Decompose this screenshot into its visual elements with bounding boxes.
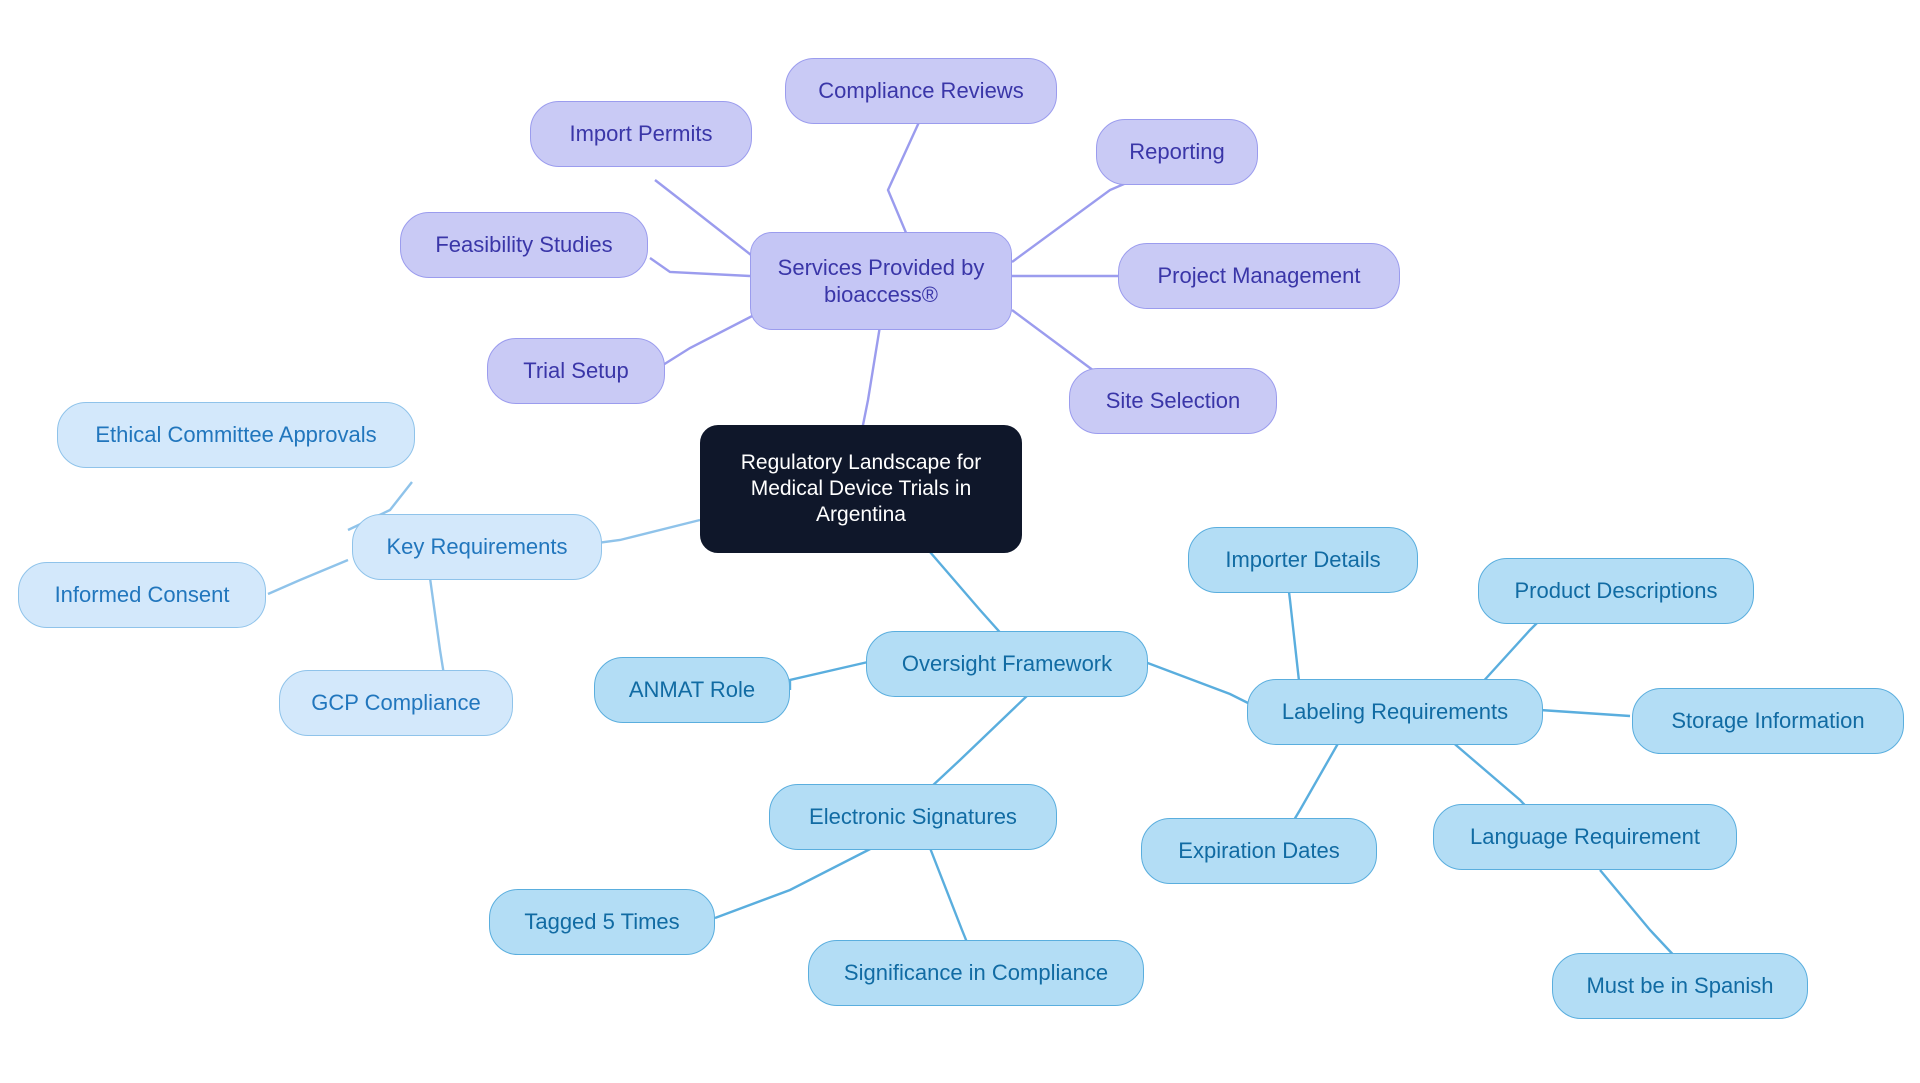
node-expiration-dates[interactable]: Expiration Dates xyxy=(1141,818,1377,884)
branch-node-key-requirements[interactable]: Key Requirements xyxy=(352,514,602,580)
node-product-descriptions[interactable]: Product Descriptions xyxy=(1478,558,1754,624)
root-node[interactable]: Regulatory Landscape for Medical Device … xyxy=(700,425,1022,553)
node-anmat-role[interactable]: ANMAT Role xyxy=(594,657,790,723)
node-informed-consent[interactable]: Informed Consent xyxy=(18,562,266,628)
node-reporting[interactable]: Reporting xyxy=(1096,119,1258,185)
node-import-permits[interactable]: Import Permits xyxy=(530,101,752,167)
node-compliance-reviews[interactable]: Compliance Reviews xyxy=(785,58,1057,124)
node-tagged-5-times[interactable]: Tagged 5 Times xyxy=(489,889,715,955)
node-must-be-in-spanish[interactable]: Must be in Spanish xyxy=(1552,953,1808,1019)
node-language-requirement[interactable]: Language Requirement xyxy=(1433,804,1737,870)
node-labeling-requirements[interactable]: Labeling Requirements xyxy=(1247,679,1543,745)
node-site-selection[interactable]: Site Selection xyxy=(1069,368,1277,434)
node-electronic-signatures[interactable]: Electronic Signatures xyxy=(769,784,1057,850)
mindmap-canvas: Regulatory Landscape for Medical Device … xyxy=(0,0,1920,1083)
node-feasibility-studies[interactable]: Feasibility Studies xyxy=(400,212,648,278)
node-trial-setup[interactable]: Trial Setup xyxy=(487,338,665,404)
branch-node-services[interactable]: Services Provided by bioaccess® xyxy=(750,232,1012,330)
node-storage-information[interactable]: Storage Information xyxy=(1632,688,1904,754)
node-gcp-compliance[interactable]: GCP Compliance xyxy=(279,670,513,736)
node-importer-details[interactable]: Importer Details xyxy=(1188,527,1418,593)
node-project-management[interactable]: Project Management xyxy=(1118,243,1400,309)
node-ethical-committee-approvals[interactable]: Ethical Committee Approvals xyxy=(57,402,415,468)
node-significance-in-compliance[interactable]: Significance in Compliance xyxy=(808,940,1144,1006)
branch-node-oversight-framework[interactable]: Oversight Framework xyxy=(866,631,1148,697)
